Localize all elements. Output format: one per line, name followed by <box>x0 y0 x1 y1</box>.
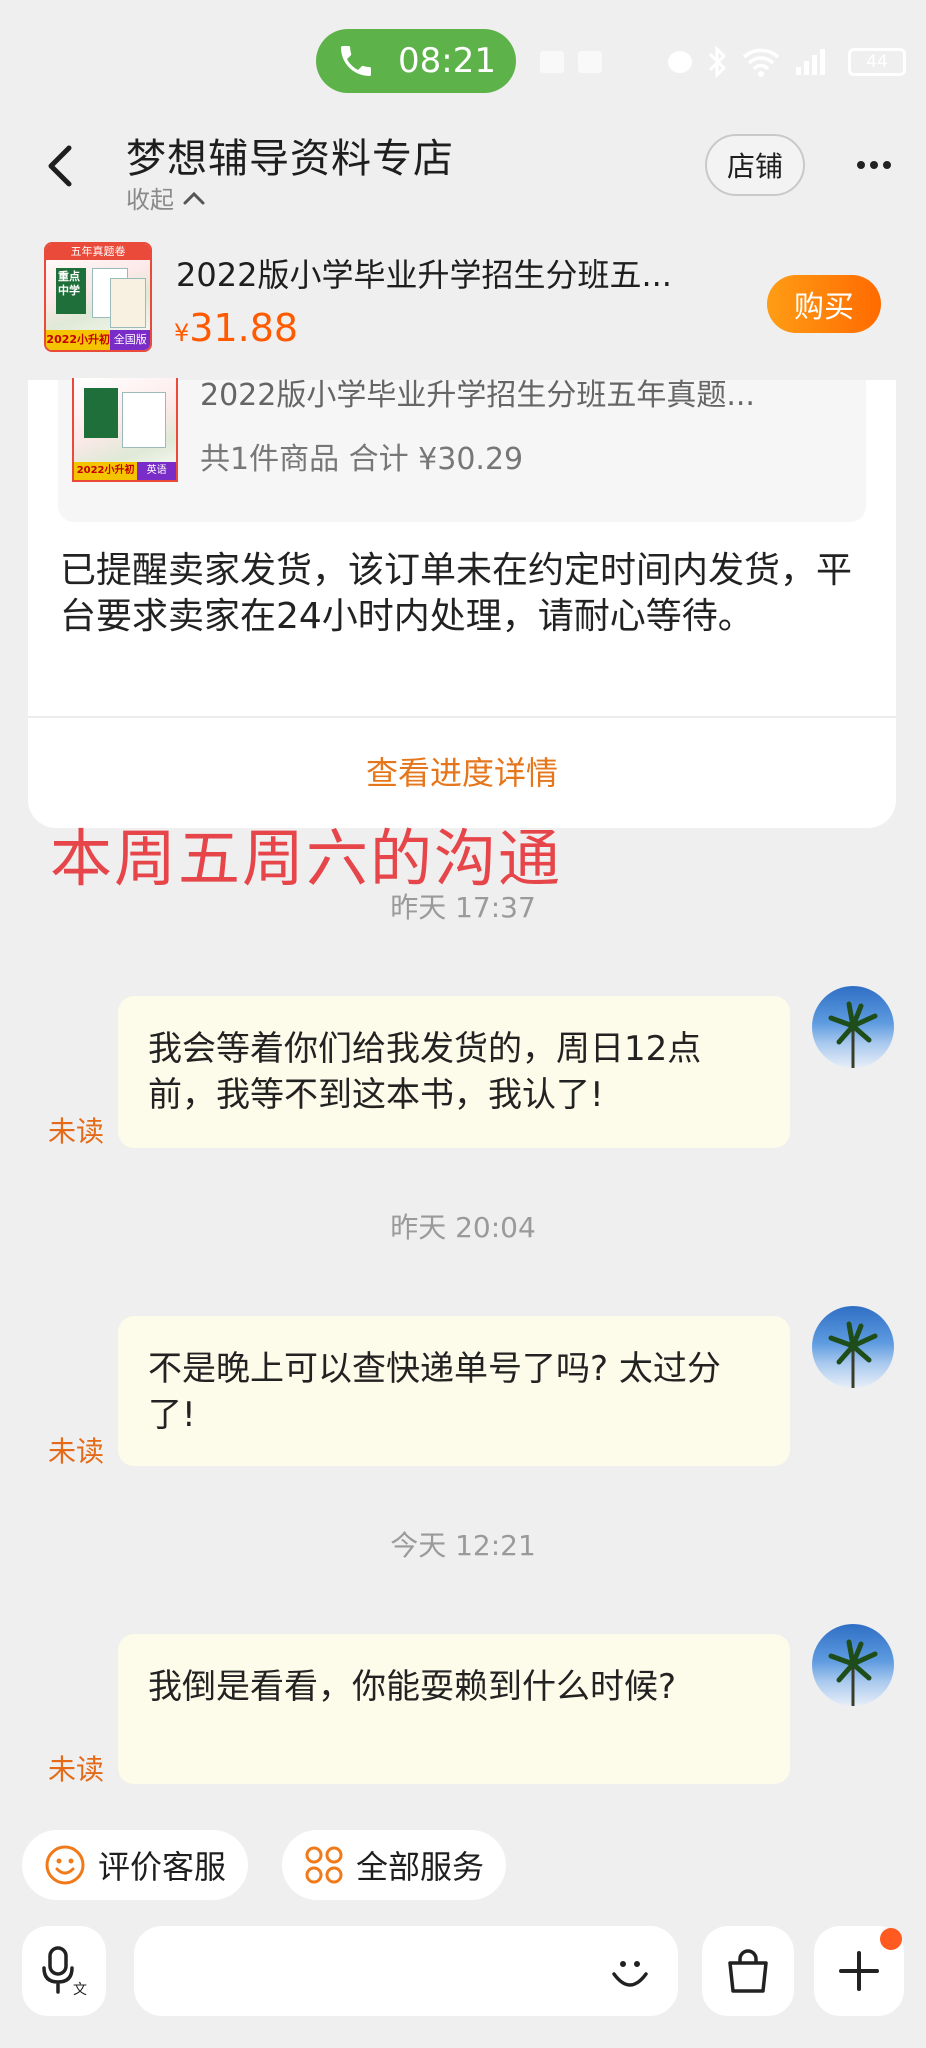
wifi-icon <box>742 48 780 77</box>
emoji-icon[interactable] <box>606 1948 654 1996</box>
smiley-icon <box>45 1845 85 1885</box>
collapse-label: 收起 <box>126 186 174 214</box>
order-total: 共1件商品 合计 ¥30.29 <box>200 442 524 477</box>
price-symbol: ¥ <box>174 319 190 347</box>
svg-text:文: 文 <box>73 1982 87 1998</box>
bluetooth-icon <box>708 46 727 78</box>
notification-dot <box>880 1928 902 1950</box>
product-title[interactable]: 2022版小学毕业升学招生分班五... <box>176 250 716 296</box>
rate-service-button[interactable]: 评价客服 <box>22 1830 249 1900</box>
chevron-up-icon <box>183 191 205 204</box>
plus-icon <box>839 1951 879 1991</box>
message-timestamp: 昨天 20:04 <box>390 1211 536 1244</box>
unread-status: 未读 <box>48 1115 105 1148</box>
more-options-icon[interactable] <box>856 148 892 171</box>
phone-icon <box>341 46 371 76</box>
alarm-icon <box>668 51 692 73</box>
order-image-bottom-right: 英语 <box>137 462 176 480</box>
status-icons: 44 <box>540 40 906 84</box>
user-avatar[interactable] <box>812 1624 894 1706</box>
microphone-icon: 文 <box>42 1946 87 1998</box>
message-input[interactable] <box>134 1926 678 2016</box>
message-bubble[interactable]: 不是晚上可以查快递单号了吗? 太过分了! <box>118 1316 790 1466</box>
message-timestamp: 昨天 17:37 <box>390 891 536 924</box>
user-avatar[interactable] <box>812 1306 894 1388</box>
palm-tree-icon <box>828 1321 878 1388</box>
all-services-button[interactable]: 全部服务 <box>282 1830 507 1900</box>
order-item-title: 2022版小学毕业升学招生分班五年真题... <box>200 378 755 408</box>
order-image-bottom-left: 2022小升初 <box>74 462 138 480</box>
ongoing-call-pill[interactable]: 08:21 <box>316 29 516 93</box>
buy-button[interactable]: 购买 <box>767 275 881 333</box>
battery-icon: 44 <box>848 48 906 76</box>
view-progress-link[interactable]: 查看进度详情 <box>28 748 896 794</box>
notification-icon-2 <box>578 51 602 73</box>
palm-tree-icon <box>828 1639 878 1706</box>
product-image-main-label: 重点中学 <box>56 268 86 314</box>
user-avatar[interactable] <box>812 986 894 1068</box>
product-image-top-label: 五年真题卷 <box>46 244 150 260</box>
unread-status: 未读 <box>48 1435 105 1468</box>
shop-button[interactable]: 店铺 <box>705 134 805 196</box>
message-bubble[interactable]: 我会等着你们给我发货的，周日12点前，我等不到这本书，我认了! <box>118 996 790 1148</box>
all-services-label: 全部服务 <box>356 1848 485 1886</box>
overlay-caption: 本周五周六的沟通 <box>50 822 563 895</box>
order-bag-button[interactable] <box>702 1926 794 2016</box>
grid-icon <box>305 1846 343 1884</box>
shipping-reminder-notice: 已提醒卖家发货，该订单未在约定时间内发货，平台要求卖家在24小时内处理，请耐心等… <box>60 550 853 637</box>
rate-service-label: 评价客服 <box>98 1848 227 1886</box>
product-image-bottom-left: 2022小升初 <box>46 330 111 350</box>
product-price: ¥31.88 <box>174 306 298 350</box>
battery-level: 44 <box>866 52 888 72</box>
status-time: 08:21 <box>398 41 496 81</box>
back-icon[interactable] <box>44 144 74 188</box>
message-timestamp: 今天 12:21 <box>390 1529 536 1562</box>
order-item-thumbnail: 2022小升初 英语 <box>72 378 178 482</box>
unread-status: 未读 <box>48 1753 105 1786</box>
price-value: 31.88 <box>189 306 299 350</box>
shopping-bag-icon <box>728 1949 768 1993</box>
message-bubble[interactable]: 我倒是看看，你能耍赖到什么时候? <box>118 1634 790 1784</box>
product-image-bottom-right: 全国版 <box>110 330 150 350</box>
palm-tree-icon <box>828 1001 878 1068</box>
notification-icon <box>540 51 564 73</box>
shop-name: 梦想辅导资料专店 <box>126 136 454 182</box>
voice-input-button[interactable]: 文 <box>22 1926 106 2016</box>
product-thumbnail[interactable]: 五年真题卷 重点中学 2022小升初 全国版 <box>44 242 152 352</box>
card-divider <box>28 716 896 718</box>
signal-icon <box>796 49 825 75</box>
collapse-toggle[interactable]: 收起 <box>126 180 206 215</box>
